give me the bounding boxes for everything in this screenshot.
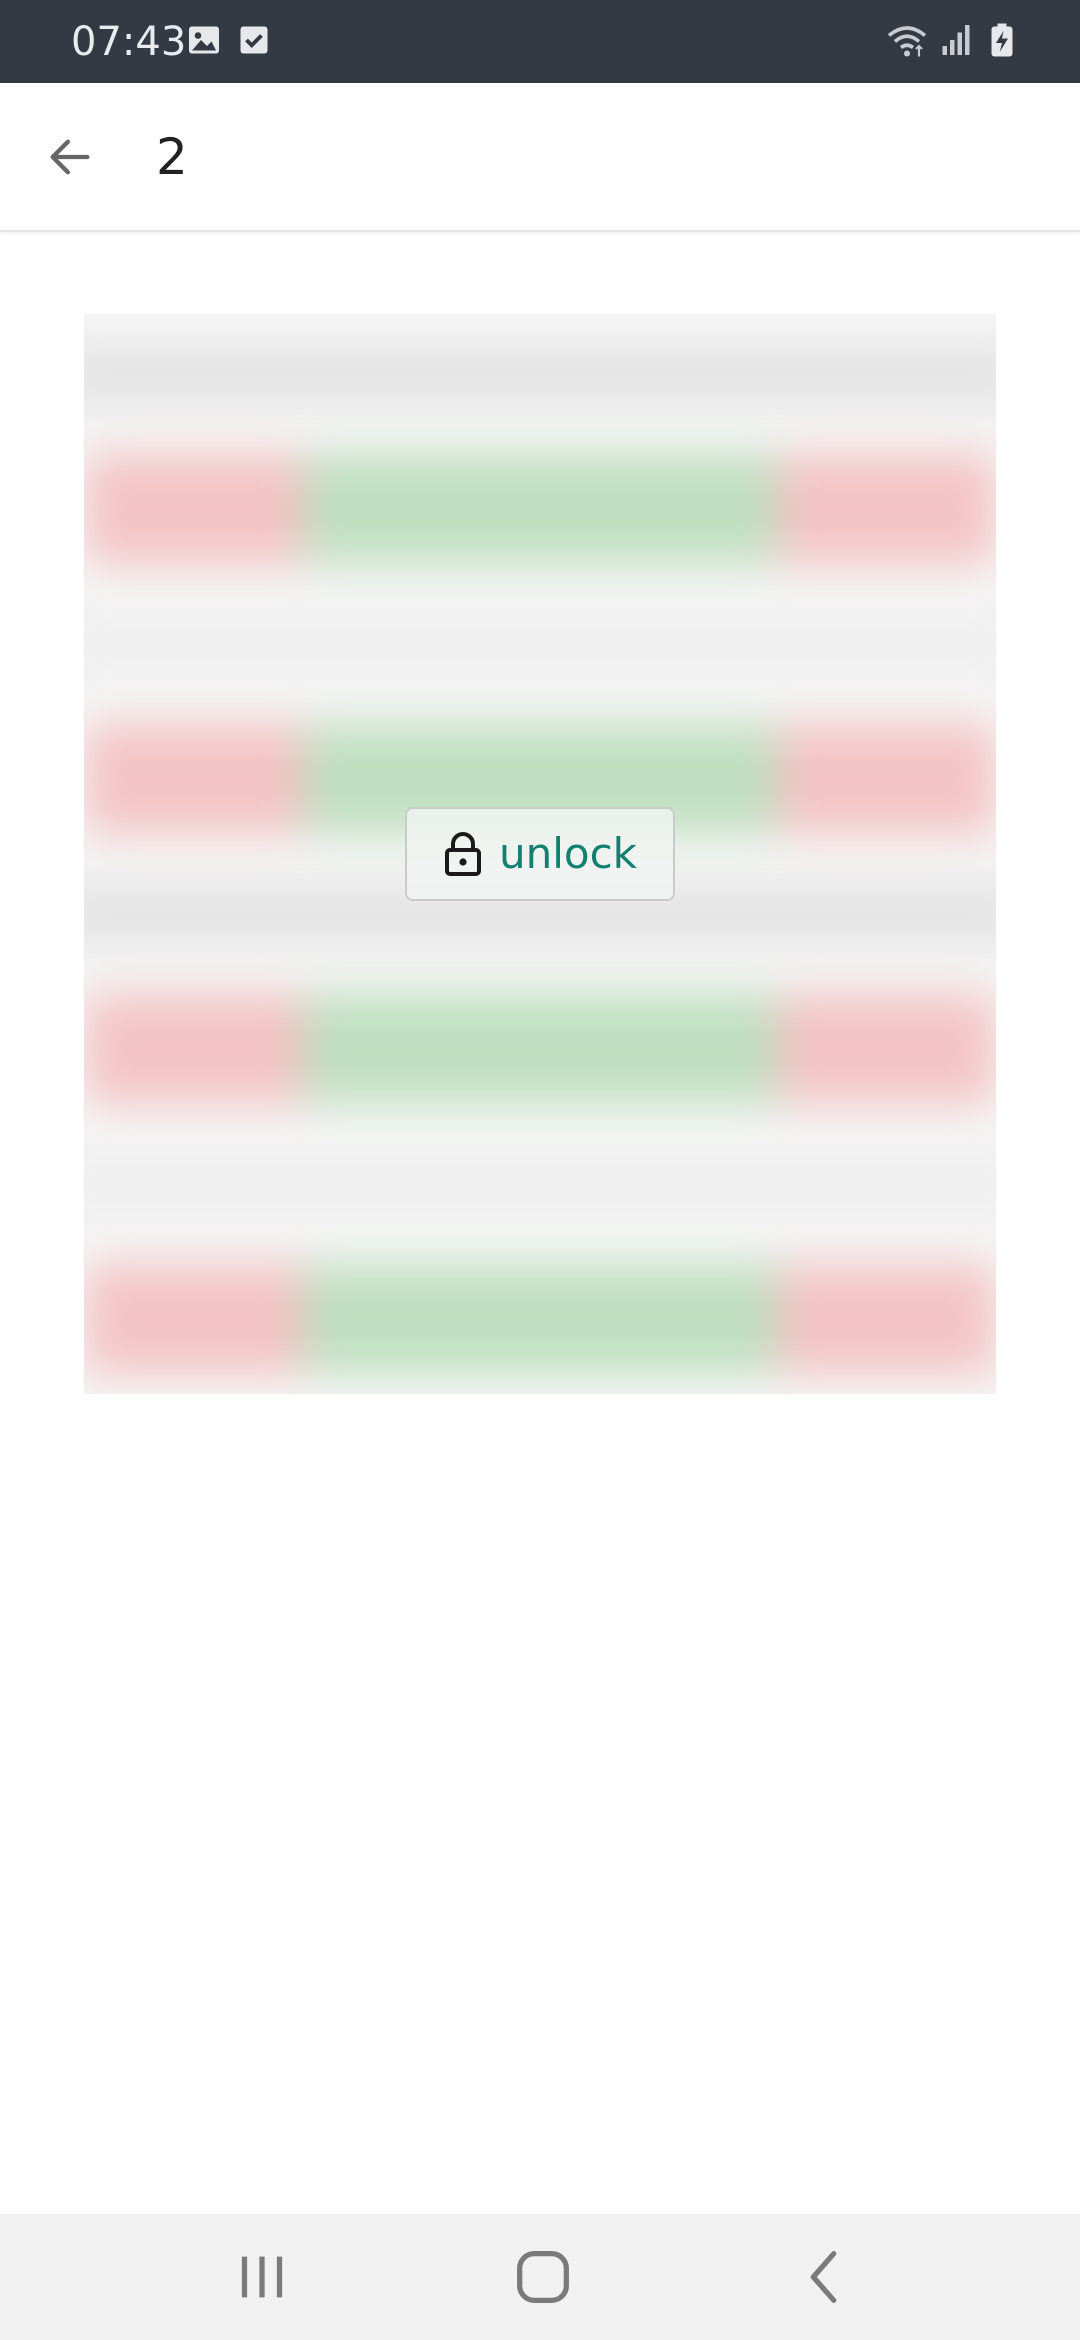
unlock-button[interactable]: unlock	[405, 807, 675, 901]
recent-apps-button[interactable]	[227, 2242, 297, 2312]
image-icon	[186, 22, 222, 58]
page-title: 2	[156, 128, 188, 186]
nav-back-button[interactable]	[790, 2242, 860, 2312]
system-nav-bar	[0, 2214, 1080, 2340]
back-chevron-icon	[810, 2251, 837, 2303]
unlock-label: unlock	[498, 829, 638, 878]
arrow-left-icon	[50, 139, 90, 175]
status-bar: 07:43	[0, 0, 1080, 83]
back-button[interactable]	[34, 121, 106, 193]
checkbox-icon	[236, 22, 272, 58]
signal-icon	[938, 22, 974, 58]
app-bar: 2	[0, 83, 1080, 232]
status-time: 07:43	[71, 19, 187, 65]
lock-icon	[443, 832, 483, 876]
home-button[interactable]	[508, 2242, 578, 2312]
recent-apps-icon	[241, 2256, 283, 2298]
home-icon	[517, 2251, 569, 2303]
wifi-icon	[886, 22, 928, 58]
battery-charging-icon	[984, 22, 1020, 58]
